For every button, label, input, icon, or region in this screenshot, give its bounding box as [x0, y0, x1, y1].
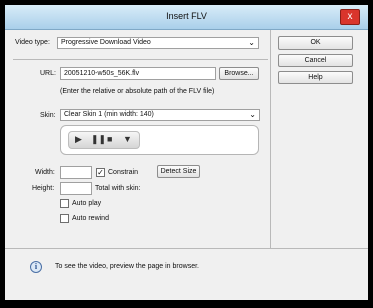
height-input[interactable] [60, 182, 92, 195]
check-icon: ✓ [97, 168, 104, 177]
browse-button[interactable]: Browse... [219, 67, 259, 80]
url-label: URL: [40, 70, 56, 77]
divider [13, 59, 268, 60]
volume-icon: ▼ [123, 134, 132, 144]
width-label: Width: [35, 169, 55, 176]
dialog-frame: Insert FLV x Video type: Progressive Dow… [0, 0, 373, 308]
browse-label: Browse... [224, 70, 254, 77]
auto-play-checkbox[interactable] [60, 199, 69, 208]
close-button[interactable]: x [340, 9, 360, 25]
video-type-select[interactable]: Progressive Download Video ⌄ [57, 37, 259, 49]
url-input[interactable]: 20051210-w50s_56K.flv [60, 67, 216, 80]
auto-rewind-checkbox[interactable] [60, 214, 69, 223]
auto-rewind-label: Auto rewind [72, 215, 109, 222]
title-bar: Insert FLV x [5, 5, 368, 30]
skin-value: Clear Skin 1 (min width: 140) [64, 111, 154, 118]
play-icon: ▶ [75, 134, 82, 144]
skin-select[interactable]: Clear Skin 1 (min width: 140) ⌄ [60, 109, 260, 121]
cancel-button[interactable]: Cancel [278, 54, 353, 67]
dialog-body: Video type: Progressive Download Video ⌄… [5, 30, 368, 300]
vertical-divider [270, 30, 271, 248]
pause-icon: ❚❚ [91, 134, 107, 144]
ok-button[interactable]: OK [278, 36, 353, 50]
stop-icon: ■ [107, 134, 113, 144]
cancel-label: Cancel [304, 57, 327, 64]
video-type-value: Progressive Download Video [61, 39, 151, 46]
detect-size-label: Detect Size [160, 168, 197, 175]
detect-size-button[interactable]: Detect Size [157, 165, 200, 178]
constrain-label: Constrain [108, 169, 138, 176]
url-value: 20051210-w50s_56K.flv [64, 70, 140, 77]
help-button[interactable]: Help [278, 71, 353, 84]
chevron-down-icon: ⌄ [249, 110, 256, 119]
chevron-down-icon: ⌄ [248, 38, 255, 47]
auto-play-label: Auto play [72, 200, 102, 207]
skin-label: Skin: [40, 112, 56, 119]
ok-label: OK [310, 39, 321, 46]
help-label: Help [308, 74, 323, 81]
url-hint: (Enter the relative or absolute path of … [60, 88, 215, 95]
close-icon: x [347, 11, 353, 22]
video-type-label: Video type: [15, 39, 50, 46]
constrain-checkbox[interactable]: ✓ [96, 168, 105, 177]
width-input[interactable] [60, 166, 92, 179]
info-icon: i [30, 261, 42, 273]
total-with-skin-label: Total with skin: [95, 185, 141, 192]
footer-info-text: To see the video, preview the page in br… [55, 263, 199, 270]
player-controls: ▶ ❚❚ ■ ▼ [68, 131, 140, 149]
footer-divider [5, 248, 368, 249]
dialog-title: Insert FLV [166, 11, 207, 21]
skin-preview: ▶ ❚❚ ■ ▼ [60, 125, 259, 155]
height-label: Height: [32, 185, 55, 192]
